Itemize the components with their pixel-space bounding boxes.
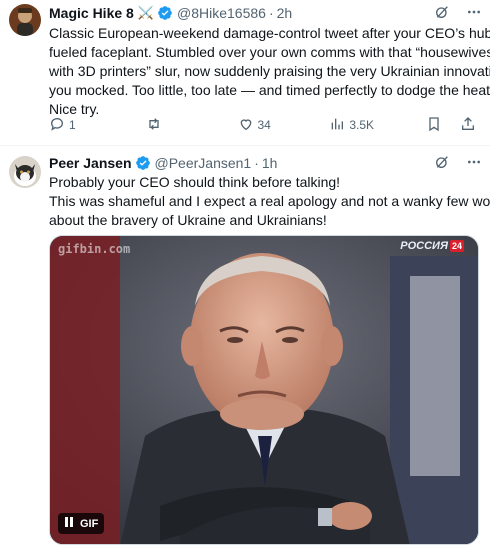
gif-frame-image [50,236,478,544]
tweet-text-line: Probably your CEO should think before ta… [49,174,341,190]
tweet-text-line: Classic European-weekend damage-control … [49,25,490,41]
channel-number: 24 [449,240,464,252]
tv-channel-logo: РОССИЯ 24 [400,240,464,252]
tweet-text-line: you mocked. Too little, too late — and t… [49,82,490,98]
share-icon[interactable] [460,116,476,135]
tweet[interactable]: Peer Jansen @PeerJansen1 · 1h Probably y… [0,146,490,551]
tweet-text-line: fueled faceplant. Stumbled over your own… [49,44,490,60]
avatar[interactable] [9,4,41,36]
repost-icon [146,116,162,135]
gif-label: GIF [80,517,99,530]
tweet-text: Probably your CEO should think before ta… [49,173,490,230]
reply-count: 1 [69,118,76,132]
more-icon[interactable] [466,154,482,173]
view-count: 3.5K [349,118,375,132]
separator-dot: · [254,155,259,171]
grok-icon[interactable] [434,4,450,23]
tweet-header: Magic Hike 8 ⚔️ @8Hike16586 · 2h [49,4,482,22]
timestamp[interactable]: 2h [277,5,293,21]
pause-icon [64,516,74,531]
tweet-text-line: with 3D printers” slur, now suddenly pra… [49,63,490,79]
separator-dot: · [268,5,274,21]
tweet[interactable]: Magic Hike 8 ⚔️ @8Hike16586 · 2h Classic… [0,0,490,146]
views-button[interactable]: 3.5K [329,116,426,135]
tweet-header: Peer Jansen @PeerJansen1 · 1h [49,154,482,172]
repost-button[interactable] [146,116,238,135]
gif-media[interactable]: gifbin.com РОССИЯ 24 GIF [49,235,479,545]
author-name[interactable]: Magic Hike 8 [49,5,134,21]
action-bar: 1 34 3.5K [49,116,476,134]
tweet-text: Classic European-weekend damage-control … [49,24,490,119]
reply-button[interactable]: 1 [49,116,146,135]
author-handle[interactable]: @8Hike16586 [177,5,266,21]
verified-badge-icon [135,155,151,171]
author-name[interactable]: Peer Jansen [49,155,132,171]
name-emoji: ⚔️ [137,5,155,20]
like-icon [238,116,254,135]
timestamp[interactable]: 1h [262,155,278,171]
reply-icon [49,116,65,135]
verified-badge-icon [157,5,173,21]
like-button[interactable]: 34 [238,116,330,135]
grok-icon[interactable] [434,154,450,173]
bookmark-icon[interactable] [426,116,442,135]
gif-watermark: gifbin.com [58,242,131,256]
avatar[interactable] [9,156,41,188]
author-handle[interactable]: @PeerJansen1 [155,155,252,171]
tweet-text-line: about the bravery of Ukraine and Ukraini… [49,212,327,228]
like-count: 34 [257,118,271,132]
more-icon[interactable] [466,4,482,23]
views-icon [329,116,345,135]
channel-name: РОССИЯ [400,240,448,252]
tweet-text-line: This was shameful and I expect a real ap… [49,193,490,209]
gif-pause-button[interactable]: GIF [58,513,105,534]
